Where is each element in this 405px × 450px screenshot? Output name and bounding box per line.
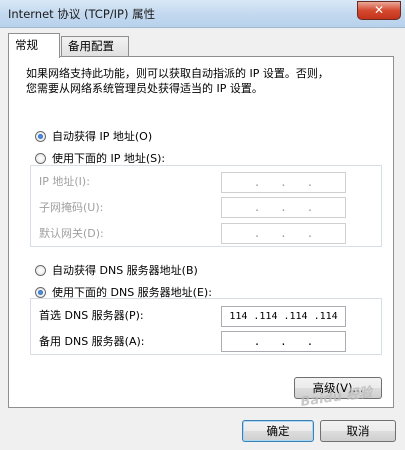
radio-auto-ip[interactable]: 自动获得 IP 地址(O) (35, 129, 152, 145)
cancel-button[interactable]: 取消 (320, 420, 396, 442)
close-button[interactable]: ✕ (357, 1, 401, 20)
subnet-mask-input[interactable]: . . . (221, 197, 346, 218)
tab-alternate-config[interactable]: 备用配置 (61, 36, 129, 57)
dns-server-group: 首选 DNS 服务器(P): 114 .114 .114 .114 备用 DNS… (30, 298, 382, 355)
description-text: 如果网络支持此功能，则可以获取自动指派的 IP 设置。否则， 您需要从网络系统管… (26, 66, 381, 96)
title-bar[interactable]: Internet 协议 (TCP/IP) 属性 ✕ (0, 0, 405, 28)
window-title: Internet 协议 (TCP/IP) 属性 (8, 7, 156, 21)
ip-address-label: IP 地址(I): (39, 175, 90, 188)
ip-address-input[interactable]: . . . (221, 172, 346, 193)
radio-manual-ip-label: 使用下面的 IP 地址(S): (52, 152, 166, 165)
default-gateway-label: 默认网关(D): (39, 227, 104, 240)
radio-auto-ip-label: 自动获得 IP 地址(O) (52, 130, 153, 143)
ip-address-group: IP 地址(I): . . . 子网掩码(U): . . . 默认网关(D): … (30, 165, 382, 247)
description-line-1: 如果网络支持此功能，则可以获取自动指派的 IP 设置。否则， (26, 67, 329, 80)
preferred-dns-input[interactable]: 114 .114 .114 .114 (221, 306, 346, 327)
radio-auto-dns[interactable]: 自动获得 DNS 服务器地址(B) (35, 263, 198, 279)
preferred-dns-label: 首选 DNS 服务器(P): (39, 309, 144, 322)
alternate-dns-label: 备用 DNS 服务器(A): (39, 335, 145, 348)
subnet-mask-label: 子网掩码(U): (39, 201, 104, 214)
tab-general[interactable]: 常规 (8, 33, 60, 58)
radio-unselected-icon (35, 265, 46, 276)
dialog-window: Internet 协议 (TCP/IP) 属性 ✕ 常规 备用配置 如果网络支持… (0, 0, 405, 450)
radio-unselected-icon (35, 153, 46, 164)
default-gateway-input[interactable]: . . . (221, 223, 346, 244)
radio-selected-icon (35, 131, 46, 142)
alternate-dns-input[interactable]: . . . (221, 331, 346, 352)
radio-auto-dns-label: 自动获得 DNS 服务器地址(B) (52, 264, 198, 277)
description-line-2: 您需要从网络系统管理员处获得适当的 IP 设置。 (26, 82, 263, 95)
ok-button[interactable]: 确定 (242, 420, 314, 442)
radio-selected-icon (35, 287, 46, 298)
general-panel: 如果网络支持此功能，则可以获取自动指派的 IP 设置。否则， 您需要从网络系统管… (8, 56, 394, 408)
